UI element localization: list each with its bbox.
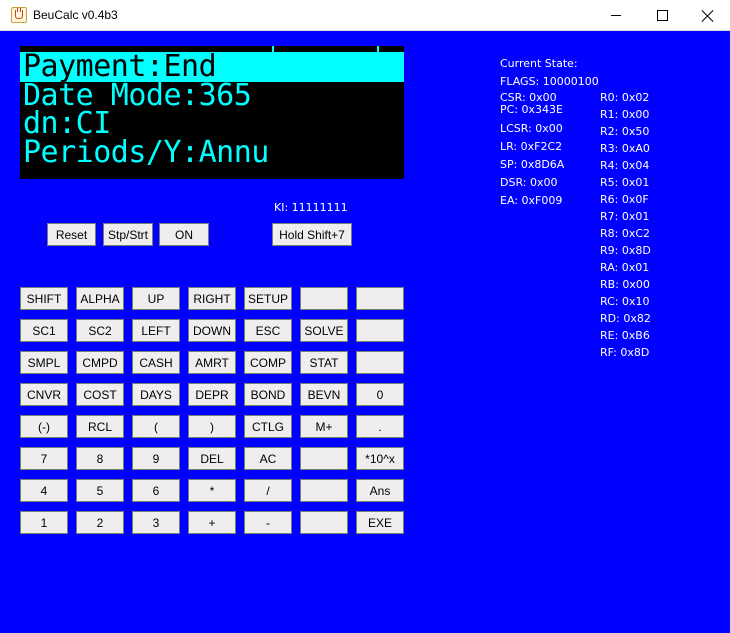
lcd-display: Payment:End Date Mode:365 dn:CI Periods/… — [20, 46, 404, 179]
key-blank-button[interactable] — [300, 447, 348, 470]
key-blank-button[interactable]: ( — [132, 415, 180, 438]
key-0-button[interactable]: 0 — [356, 383, 404, 406]
register-readout: RE: 0xB6 — [600, 329, 650, 342]
key-8-button[interactable]: 8 — [76, 447, 124, 470]
key-10-x-button[interactable]: *10^x — [356, 447, 404, 470]
close-icon — [702, 10, 714, 22]
key-blank-button[interactable]: * — [188, 479, 236, 502]
key-left-button[interactable]: LEFT — [132, 319, 180, 342]
key-blank-button[interactable] — [300, 479, 348, 502]
on-button[interactable]: ON — [159, 223, 209, 246]
register-readout: R3: 0xA0 — [600, 142, 650, 155]
key-cmpd-button[interactable]: CMPD — [76, 351, 124, 374]
key-blank-button[interactable] — [300, 511, 348, 534]
key-setup-button[interactable]: SETUP — [244, 287, 292, 310]
register-readout: R2: 0x50 — [600, 125, 650, 138]
key-cost-button[interactable]: COST — [76, 383, 124, 406]
key-sc1-button[interactable]: SC1 — [20, 319, 68, 342]
cpu-register-readout: PC: 0x343E — [500, 103, 563, 116]
stop-start-button[interactable]: Stp/Strt — [103, 223, 153, 246]
key-ctlg-button[interactable]: CTLG — [244, 415, 292, 438]
key-ac-button[interactable]: AC — [244, 447, 292, 470]
java-app-icon — [11, 7, 27, 23]
register-readout: RA: 0x01 — [600, 261, 650, 274]
key-blank-button[interactable]: (-) — [20, 415, 68, 438]
register-readout: R5: 0x01 — [600, 176, 650, 189]
key-depr-button[interactable]: DEPR — [188, 383, 236, 406]
cpu-register-readout: EA: 0xF009 — [500, 194, 563, 207]
key-blank-button[interactable]: / — [244, 479, 292, 502]
key-blank-button[interactable] — [356, 287, 404, 310]
key-esc-button[interactable]: ESC — [244, 319, 292, 342]
cpu-register-readout: LCSR: 0x00 — [500, 122, 563, 135]
register-readout: R4: 0x04 — [600, 159, 650, 172]
key-del-button[interactable]: DEL — [188, 447, 236, 470]
minimize-icon — [611, 15, 621, 16]
key-bond-button[interactable]: BOND — [244, 383, 292, 406]
register-readout: R9: 0x8D — [600, 244, 651, 257]
key-blank-button[interactable]: . — [356, 415, 404, 438]
cpu-register-readout: DSR: 0x00 — [500, 176, 558, 189]
register-readout: R1: 0x00 — [600, 108, 650, 121]
key-rcl-button[interactable]: RCL — [76, 415, 124, 438]
key-right-button[interactable]: RIGHT — [188, 287, 236, 310]
cpu-register-readout: LR: 0xF2C2 — [500, 140, 563, 153]
key-bevn-button[interactable]: BEVN — [300, 383, 348, 406]
maximize-button[interactable] — [639, 0, 685, 31]
key-blank-button[interactable]: ) — [188, 415, 236, 438]
reset-button[interactable]: Reset — [47, 223, 96, 246]
key-1-button[interactable]: 1 — [20, 511, 68, 534]
key-blank-button[interactable] — [300, 287, 348, 310]
key-shift-button[interactable]: SHIFT — [20, 287, 68, 310]
lcd-line: Periods/Y:Annu — [23, 135, 269, 170]
key-smpl-button[interactable]: SMPL — [20, 351, 68, 374]
key-up-button[interactable]: UP — [132, 287, 180, 310]
register-readout: R7: 0x01 — [600, 210, 650, 223]
key-7-button[interactable]: 7 — [20, 447, 68, 470]
key-stat-button[interactable]: STAT — [300, 351, 348, 374]
cpu-register-readout: SP: 0x8D6A — [500, 158, 565, 171]
key-blank-button[interactable] — [356, 351, 404, 374]
key-days-button[interactable]: DAYS — [132, 383, 180, 406]
register-readout: R6: 0x0F — [600, 193, 649, 206]
key-ans-button[interactable]: Ans — [356, 479, 404, 502]
register-readout: RB: 0x00 — [600, 278, 650, 291]
key-amrt-button[interactable]: AMRT — [188, 351, 236, 374]
key-blank-button[interactable] — [356, 319, 404, 342]
minimize-button[interactable] — [593, 0, 639, 31]
key-2-button[interactable]: 2 — [76, 511, 124, 534]
title-bar: BeuCalc v0.4b3 — [0, 0, 730, 31]
key-cash-button[interactable]: CASH — [132, 351, 180, 374]
key-blank-button[interactable]: - — [244, 511, 292, 534]
register-readout: RD: 0x82 — [600, 312, 651, 325]
key-6-button[interactable]: 6 — [132, 479, 180, 502]
window-title: BeuCalc v0.4b3 — [33, 8, 118, 22]
key-sc2-button[interactable]: SC2 — [76, 319, 124, 342]
ki-readout: KI: 11111111 — [274, 201, 348, 214]
flags-readout: FLAGS: 10000100 — [500, 75, 599, 88]
key-comp-button[interactable]: COMP — [244, 351, 292, 374]
close-button[interactable] — [685, 0, 730, 31]
key-down-button[interactable]: DOWN — [188, 319, 236, 342]
key-m-button[interactable]: M+ — [300, 415, 348, 438]
key-exe-button[interactable]: EXE — [356, 511, 404, 534]
key-4-button[interactable]: 4 — [20, 479, 68, 502]
key-3-button[interactable]: 3 — [132, 511, 180, 534]
register-readout: RF: 0x8D — [600, 346, 650, 359]
hold-shift-7-button[interactable]: Hold Shift+7 — [272, 223, 352, 246]
key-cnvr-button[interactable]: CNVR — [20, 383, 68, 406]
register-readout: R8: 0xC2 — [600, 227, 651, 240]
key-solve-button[interactable]: SOLVE — [300, 319, 348, 342]
register-readout: R0: 0x02 — [600, 91, 650, 104]
key-blank-button[interactable]: + — [188, 511, 236, 534]
maximize-icon — [656, 10, 668, 21]
key-alpha-button[interactable]: ALPHA — [76, 287, 124, 310]
register-readout: RC: 0x10 — [600, 295, 650, 308]
key-5-button[interactable]: 5 — [76, 479, 124, 502]
key-9-button[interactable]: 9 — [132, 447, 180, 470]
state-heading: Current State: — [500, 57, 578, 70]
